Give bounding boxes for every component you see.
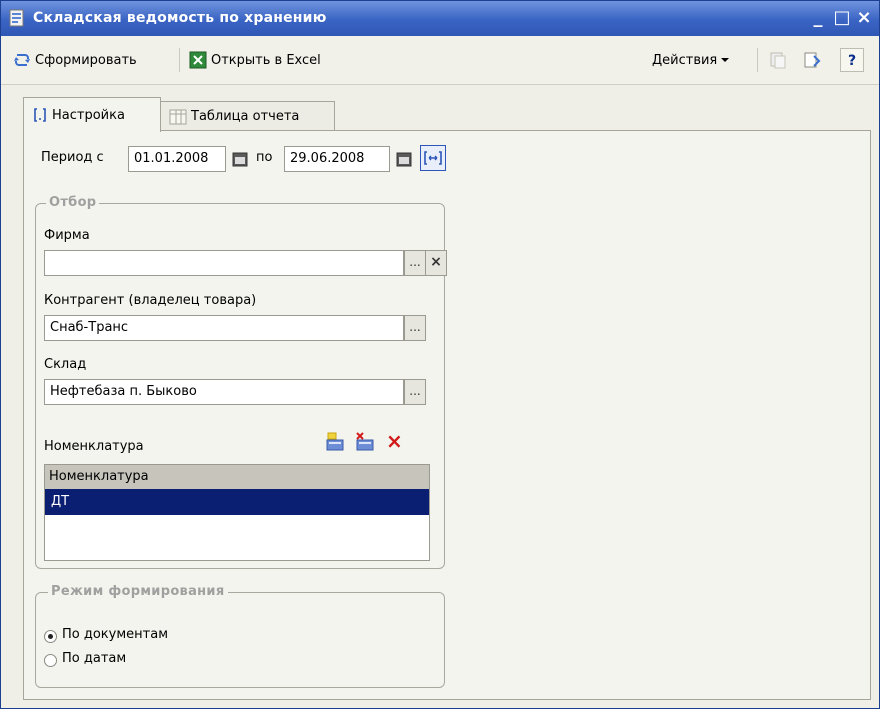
excel-icon	[189, 51, 207, 69]
tab-settings[interactable]: Настройка	[23, 97, 161, 132]
tab-report-table-label: Таблица отчета	[191, 109, 300, 124]
help-button[interactable]: ?	[840, 48, 864, 72]
settings-braces-icon	[34, 108, 46, 122]
period-from-label: Период с	[41, 150, 104, 165]
add-item-icon[interactable]	[324, 431, 346, 453]
generate-button[interactable]: Сформировать	[13, 49, 137, 71]
period-to-label: по	[256, 150, 273, 165]
minimize-button[interactable]: _	[808, 7, 828, 29]
report-app-icon	[9, 9, 24, 27]
form-content: Настройка Таблица отчета Период с 01.01.…	[8, 85, 871, 701]
toolbar-separator	[757, 48, 758, 72]
period-from-field[interactable]: 01.01.2008	[128, 146, 226, 172]
period-range-icon	[424, 151, 442, 165]
tab-settings-label: Настройка	[52, 107, 125, 123]
nomenclature-list[interactable]: Номенклатура ДТ	[44, 464, 430, 561]
warehouse-field[interactable]: Нефтебаза п. Быково	[44, 379, 404, 405]
mode-dates-label[interactable]: По датам	[62, 651, 126, 666]
delete-icon[interactable]: ×	[386, 429, 403, 453]
open-excel-button[interactable]: Открыть в Excel	[189, 49, 321, 71]
calendar-icon	[232, 152, 248, 167]
firm-select-button[interactable]: ...	[404, 250, 426, 276]
generate-label: Сформировать	[35, 52, 137, 68]
list-item[interactable]: ДТ	[45, 489, 429, 515]
contractor-label: Контрагент (владелец товара)	[44, 293, 257, 308]
period-to-field[interactable]: 29.06.2008	[284, 146, 390, 172]
chevron-down-icon	[721, 58, 730, 62]
edit-report-icon[interactable]	[802, 50, 822, 70]
open-excel-label: Открыть в Excel	[211, 52, 321, 68]
firm-clear-button[interactable]: ×	[425, 250, 447, 276]
table-icon	[169, 109, 187, 124]
calendar-from-button[interactable]	[230, 147, 250, 171]
copy-icon[interactable]	[768, 50, 788, 70]
mode-radio-dates[interactable]	[44, 654, 57, 667]
warehouse-select-button[interactable]: ...	[404, 379, 426, 405]
actions-menu-button[interactable]: Действия	[652, 49, 730, 71]
maximize-button[interactable]: □	[832, 7, 852, 29]
actions-label: Действия	[652, 52, 718, 68]
tab-report-table[interactable]: Таблица отчета	[160, 101, 335, 131]
settings-panel: Период с 01.01.2008 по 29.06.2008 Отбор …	[23, 130, 871, 700]
contractor-select-button[interactable]: ...	[404, 315, 426, 341]
toolbar-separator	[179, 48, 180, 72]
calendar-icon	[396, 152, 412, 167]
firm-field[interactable]	[44, 250, 404, 276]
nomenclature-list-header[interactable]: Номенклатура	[45, 465, 429, 489]
close-button[interactable]: ×	[854, 7, 874, 29]
mode-radio-documents[interactable]	[44, 630, 57, 643]
firm-label: Фирма	[44, 228, 90, 243]
calendar-to-button[interactable]	[394, 147, 414, 171]
mode-group-title: Режим формирования	[48, 584, 228, 599]
report-window: Складская ведомость по хранению _ □ × Сф…	[0, 0, 880, 709]
remove-item-icon[interactable]	[354, 431, 376, 453]
toolbar: Сформировать Открыть в Excel Действия ?	[1, 36, 879, 85]
warehouse-label: Склад	[44, 357, 87, 372]
window-title: Складская ведомость по хранению	[33, 10, 327, 26]
mode-documents-label[interactable]: По документам	[62, 627, 168, 642]
title-bar[interactable]: Складская ведомость по хранению _ □ ×	[1, 1, 879, 36]
filter-group-title: Отбор	[46, 195, 100, 210]
period-select-button[interactable]	[420, 145, 446, 171]
nomenclature-label: Номенклатура	[44, 439, 144, 454]
refresh-report-icon	[14, 54, 30, 66]
contractor-field[interactable]: Снаб-Транс	[44, 315, 404, 341]
